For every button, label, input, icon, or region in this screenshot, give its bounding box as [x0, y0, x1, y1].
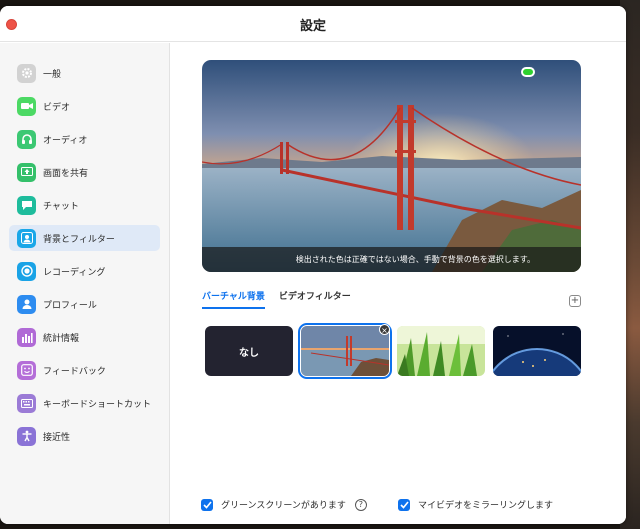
sidebar-item-label: レコーディング	[43, 267, 106, 278]
help-icon[interactable]: ?	[354, 498, 367, 511]
headphones-icon	[17, 129, 36, 149]
background-filter-panel: 検出された色は正確ではない場合、手動で背景の色を選択します。 バーチャル背景 ビ…	[171, 43, 626, 524]
sidebar-item-label: 背景とフィルター	[43, 234, 115, 245]
tab-video-filter[interactable]: ビデオフィルター	[279, 289, 351, 309]
mirror-video-checkbox[interactable]	[398, 498, 410, 511]
sidebar-item-profile[interactable]: プロフィール	[9, 291, 160, 317]
sidebar-item-statistics[interactable]: 統計情報	[9, 324, 160, 350]
background-color-picker[interactable]	[521, 67, 535, 77]
sidebar-item-background-filter[interactable]: 背景とフィルター	[9, 225, 160, 251]
green-screen-label: グリーンスクリーンがあります	[221, 501, 346, 511]
sidebar-item-share-screen[interactable]: 画面を共有	[9, 159, 160, 185]
green-screen-option: グリーンスクリーンがあります ?	[201, 498, 367, 511]
sidebar-item-label: プロフィール	[43, 300, 97, 311]
sidebar-item-audio[interactable]: オーディオ	[9, 126, 160, 152]
banner-text: 検出された色は正確ではない場合、手動で背景の色を選択します。	[295, 255, 535, 264]
feedback-smile-icon	[17, 360, 36, 380]
accessibility-icon	[17, 426, 36, 446]
add-background-button[interactable]: +	[569, 295, 581, 307]
sidebar-item-label: ビデオ	[43, 102, 71, 113]
sidebar-item-label: 接近性	[43, 432, 71, 443]
sidebar-item-label: チャット	[43, 201, 79, 212]
background-thumb-earth[interactable]	[493, 326, 581, 376]
video-camera-icon	[17, 96, 36, 116]
record-icon	[17, 261, 36, 281]
sidebar-item-chat[interactable]: チャット	[9, 192, 160, 218]
sidebar-item-general[interactable]: 一般	[9, 60, 160, 86]
video-preview: 検出された色は正確ではない場合、手動で背景の色を選択します。	[202, 60, 581, 272]
background-tabs: バーチャル背景 ビデオフィルター	[202, 289, 365, 309]
tab-virtual-background[interactable]: バーチャル背景	[202, 289, 265, 309]
window-title: 設定	[299, 19, 326, 34]
color-detection-banner: 検出された色は正確ではない場合、手動で背景の色を選択します。	[202, 247, 581, 272]
sidebar-item-feedback[interactable]: フィードバック	[9, 357, 160, 383]
keyboard-icon	[17, 393, 36, 413]
sidebar-item-keyboard-shortcuts[interactable]: キーボードショートカット	[9, 390, 160, 416]
chat-bubble-icon	[17, 195, 36, 215]
sidebar-item-label: オーディオ	[43, 135, 88, 146]
title-bar: 設定	[0, 6, 626, 42]
sidebar: 一般 ビデオ オーディオ 画面を共有 チャット 背景とフィルター レコーディング…	[0, 43, 170, 524]
mirror-video-label: マイビデオをミラーリングします	[418, 501, 554, 511]
background-thumb-golden-gate[interactable]	[298, 323, 392, 379]
sidebar-item-accessibility[interactable]: 接近性	[9, 423, 160, 449]
green-screen-checkbox[interactable]	[201, 498, 213, 511]
sidebar-item-video[interactable]: ビデオ	[9, 93, 160, 119]
gear-icon	[17, 63, 36, 83]
mirror-video-option: マイビデオをミラーリングします	[398, 498, 553, 511]
profile-icon	[17, 294, 36, 314]
share-screen-icon	[17, 162, 36, 182]
sidebar-item-label: 統計情報	[43, 333, 80, 344]
remove-background-button[interactable]: ×	[379, 324, 390, 335]
thumb-label: なし	[239, 347, 259, 359]
background-thumb-grass[interactable]	[397, 326, 485, 376]
golden-gate-preview-image	[202, 60, 581, 272]
settings-window: 設定 一般 ビデオ オーディオ 画面を共有 チャット 背景とフィルター レコーデ…	[0, 6, 626, 524]
sidebar-item-label: フィードバック	[43, 366, 106, 377]
sidebar-item-label: 一般	[43, 69, 62, 80]
statistics-icon	[17, 327, 36, 347]
background-filter-icon	[17, 228, 36, 248]
background-thumb-none[interactable]: なし	[205, 326, 293, 376]
sidebar-item-label: キーボードショートカット	[43, 399, 152, 410]
sidebar-item-label: 画面を共有	[43, 168, 89, 179]
sidebar-item-recording[interactable]: レコーディング	[9, 258, 160, 284]
